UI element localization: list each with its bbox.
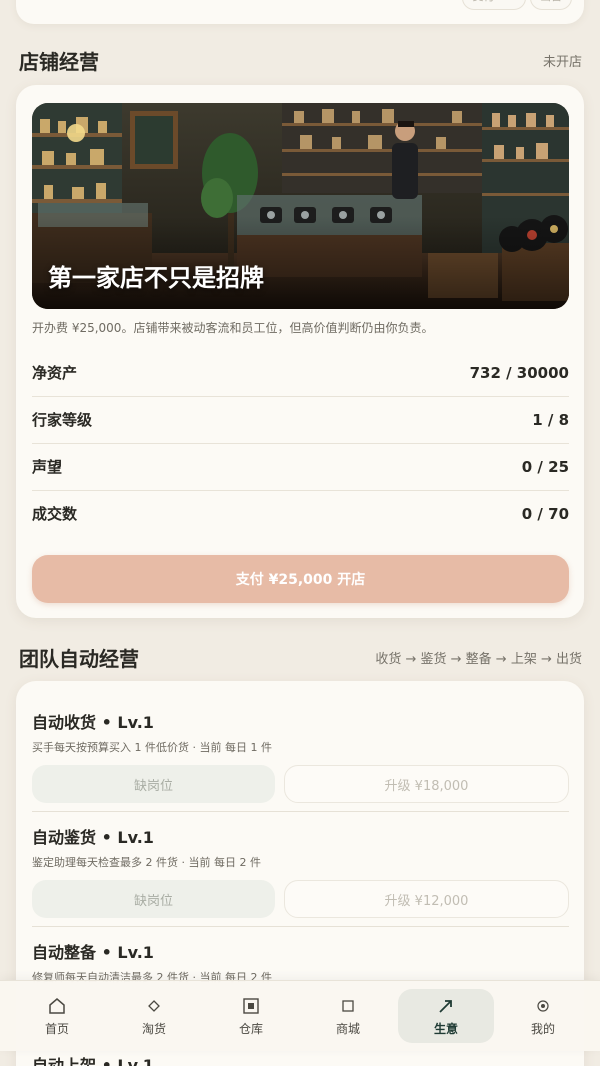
- stat-row-expert-level: 行家等级 1 / 8: [32, 396, 569, 444]
- business-page: 支付500 出售 店铺经营 未开店: [0, 0, 600, 1066]
- stat-value: 0 / 70: [521, 504, 569, 523]
- team-item-desc: 买手每天按预算买入 1 件低价货 · 当前 每日 1 件: [32, 741, 272, 754]
- stat-label: 成交数: [32, 505, 78, 523]
- stat-value: 732 / 30000: [469, 363, 569, 382]
- team-item-auto-buy: 自动收货 • Lv.1 买手每天按预算买入 1 件低价货 · 当前 每日 1 件…: [32, 709, 569, 803]
- divider: [32, 926, 569, 927]
- trend-arrow-icon: [437, 996, 455, 1016]
- vacant-button[interactable]: 缺岗位: [32, 765, 275, 803]
- nav-label: 我的: [530, 1021, 555, 1036]
- warehouse-icon: [242, 996, 260, 1016]
- team-item-title: 自动鉴货 • Lv.1: [32, 828, 154, 847]
- profile-icon: [536, 996, 550, 1016]
- stat-row-reputation: 声望 0 / 25: [32, 443, 569, 491]
- team-item-title: 自动整备 • Lv.1: [32, 943, 154, 962]
- upgrade-button[interactable]: 升级 ¥12,000: [284, 880, 569, 918]
- shop-card: 第一家店不只是招牌 开办费 ¥25,000。店铺带来被动客流和员工位，但高价值判…: [16, 85, 584, 618]
- divider: [32, 811, 569, 812]
- stat-label: 声望: [32, 458, 63, 476]
- stat-value: 0 / 25: [521, 457, 569, 476]
- team-item-auto-refurbish: 自动整备 • Lv.1 修复师每天自动清洁最多 2 件货 · 当前 每日 2 件: [32, 939, 569, 985]
- nav-label: 生意: [433, 1021, 458, 1036]
- diamond-icon: [148, 996, 160, 1016]
- nav-profile[interactable]: 我的: [495, 989, 591, 1043]
- nav-business[interactable]: 生意: [398, 989, 494, 1043]
- nav-label: 淘货: [141, 1021, 166, 1036]
- nav-label: 商城: [335, 1021, 360, 1036]
- stat-row-deals: 成交数 0 / 70: [32, 490, 569, 537]
- stat-row-net-assets: 净资产 732 / 30000: [32, 349, 569, 397]
- nav-label: 仓库: [238, 1021, 263, 1036]
- top-pill-left[interactable]: 支付500: [462, 0, 526, 10]
- upgrade-button[interactable]: 升级 ¥18,000: [284, 765, 569, 803]
- top-pill-right[interactable]: 出售: [530, 0, 572, 10]
- shop-section-header: 店铺经营 未开店: [19, 46, 582, 75]
- shop-description: 开办费 ¥25,000。店铺带来被动客流和员工位，但高价值判断仍由你负责。: [32, 321, 434, 335]
- team-item-desc: 鉴定助理每天检查最多 2 件货 · 当前 每日 2 件: [32, 856, 261, 869]
- store-icon: [341, 996, 355, 1016]
- nav-home[interactable]: 首页: [9, 989, 105, 1043]
- team-item-auto-appraise: 自动鉴货 • Lv.1 鉴定助理每天检查最多 2 件货 · 当前 每日 2 件 …: [32, 824, 569, 918]
- team-item-auto-list-title: 自动上架 • Lv.1: [32, 1056, 154, 1066]
- nav-browse[interactable]: 淘货: [106, 989, 202, 1043]
- shop-section-title: 店铺经营: [19, 50, 99, 74]
- shop-status: 未开店: [542, 55, 582, 70]
- nav-warehouse[interactable]: 仓库: [203, 989, 299, 1043]
- team-flow: 收货 → 鉴货 → 整备 → 上架 → 出货: [375, 652, 582, 667]
- home-icon: [48, 996, 66, 1016]
- bottom-nav: 首页 淘货 仓库 商城 生意 我的: [0, 980, 600, 1051]
- stat-label: 行家等级: [32, 411, 93, 429]
- vacant-button[interactable]: 缺岗位: [32, 880, 275, 918]
- team-item-title: 自动收货 • Lv.1: [32, 713, 154, 732]
- previous-card: 支付500 出售: [16, 0, 584, 24]
- stat-label: 净资产: [32, 364, 78, 382]
- nav-label: 首页: [44, 1021, 69, 1036]
- open-shop-button[interactable]: 支付 ¥25,000 开店: [32, 555, 569, 603]
- nav-store[interactable]: 商城: [300, 989, 396, 1043]
- shop-image-caption: 第一家店不只是招牌: [48, 264, 264, 292]
- stat-value: 1 / 8: [532, 410, 569, 429]
- team-section-title: 团队自动经营: [19, 647, 139, 671]
- team-section-header: 团队自动经营 收货 → 鉴货 → 整备 → 上架 → 出货: [19, 643, 582, 672]
- shop-image: 第一家店不只是招牌: [32, 103, 569, 309]
